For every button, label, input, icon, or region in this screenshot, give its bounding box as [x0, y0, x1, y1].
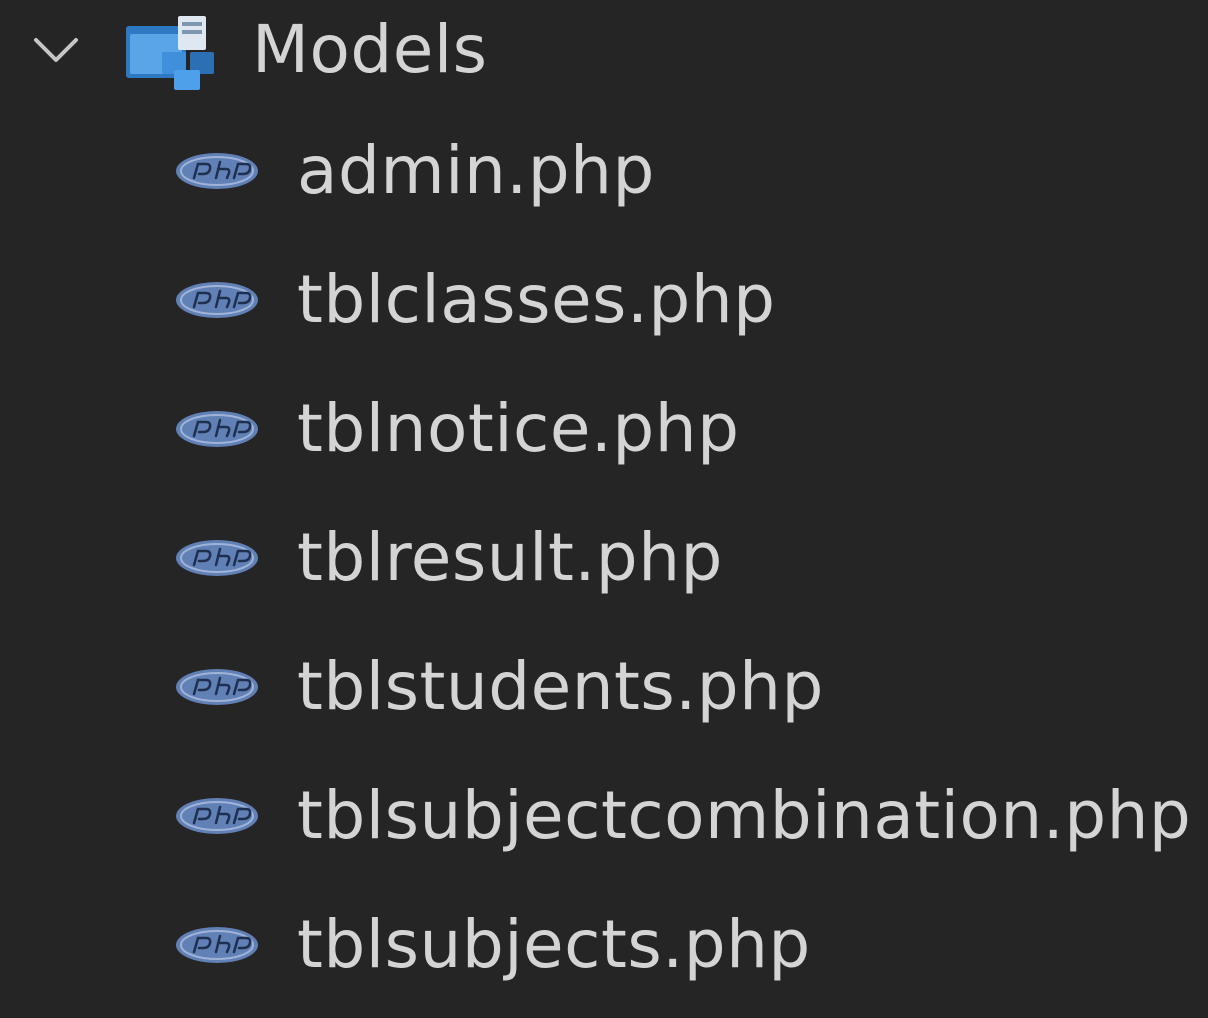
- php-file-icon: [176, 540, 258, 576]
- file-label: tblstudents.php: [297, 648, 824, 725]
- file-item-admin[interactable]: admin.php: [0, 115, 1208, 244]
- file-item-tblnotice[interactable]: tblnotice.php: [0, 373, 1208, 502]
- file-label: tblsubjectcombination.php: [297, 777, 1192, 854]
- file-item-tblsubjects[interactable]: tblsubjects.php: [0, 889, 1208, 1018]
- file-item-tblresult[interactable]: tblresult.php: [0, 502, 1208, 631]
- php-file-icon: [176, 411, 258, 447]
- file-explorer-tree: Models admin.php tblclasses.php tblnotic…: [0, 0, 1208, 992]
- php-file-icon: [176, 669, 258, 705]
- chevron-down-icon[interactable]: [28, 22, 84, 78]
- php-file-icon: [176, 927, 258, 963]
- file-label: tblresult.php: [297, 519, 723, 596]
- php-file-icon: [176, 153, 258, 189]
- php-file-icon: [176, 282, 258, 318]
- folder-row-models[interactable]: Models: [0, 0, 1208, 100]
- file-label: tblsubjects.php: [297, 906, 811, 983]
- file-list: admin.php tblclasses.php tblnotice.php t…: [0, 115, 1208, 1018]
- file-label: tblclasses.php: [297, 261, 776, 338]
- models-folder-icon: [126, 16, 214, 90]
- file-label: tblnotice.php: [297, 390, 740, 467]
- php-file-icon: [176, 798, 258, 834]
- file-item-tblclasses[interactable]: tblclasses.php: [0, 244, 1208, 373]
- file-item-tblstudents[interactable]: tblstudents.php: [0, 631, 1208, 760]
- file-item-tblsubjectcombination[interactable]: tblsubjectcombination.php: [0, 760, 1208, 889]
- folder-label: Models: [252, 11, 488, 88]
- file-label: admin.php: [297, 132, 655, 209]
